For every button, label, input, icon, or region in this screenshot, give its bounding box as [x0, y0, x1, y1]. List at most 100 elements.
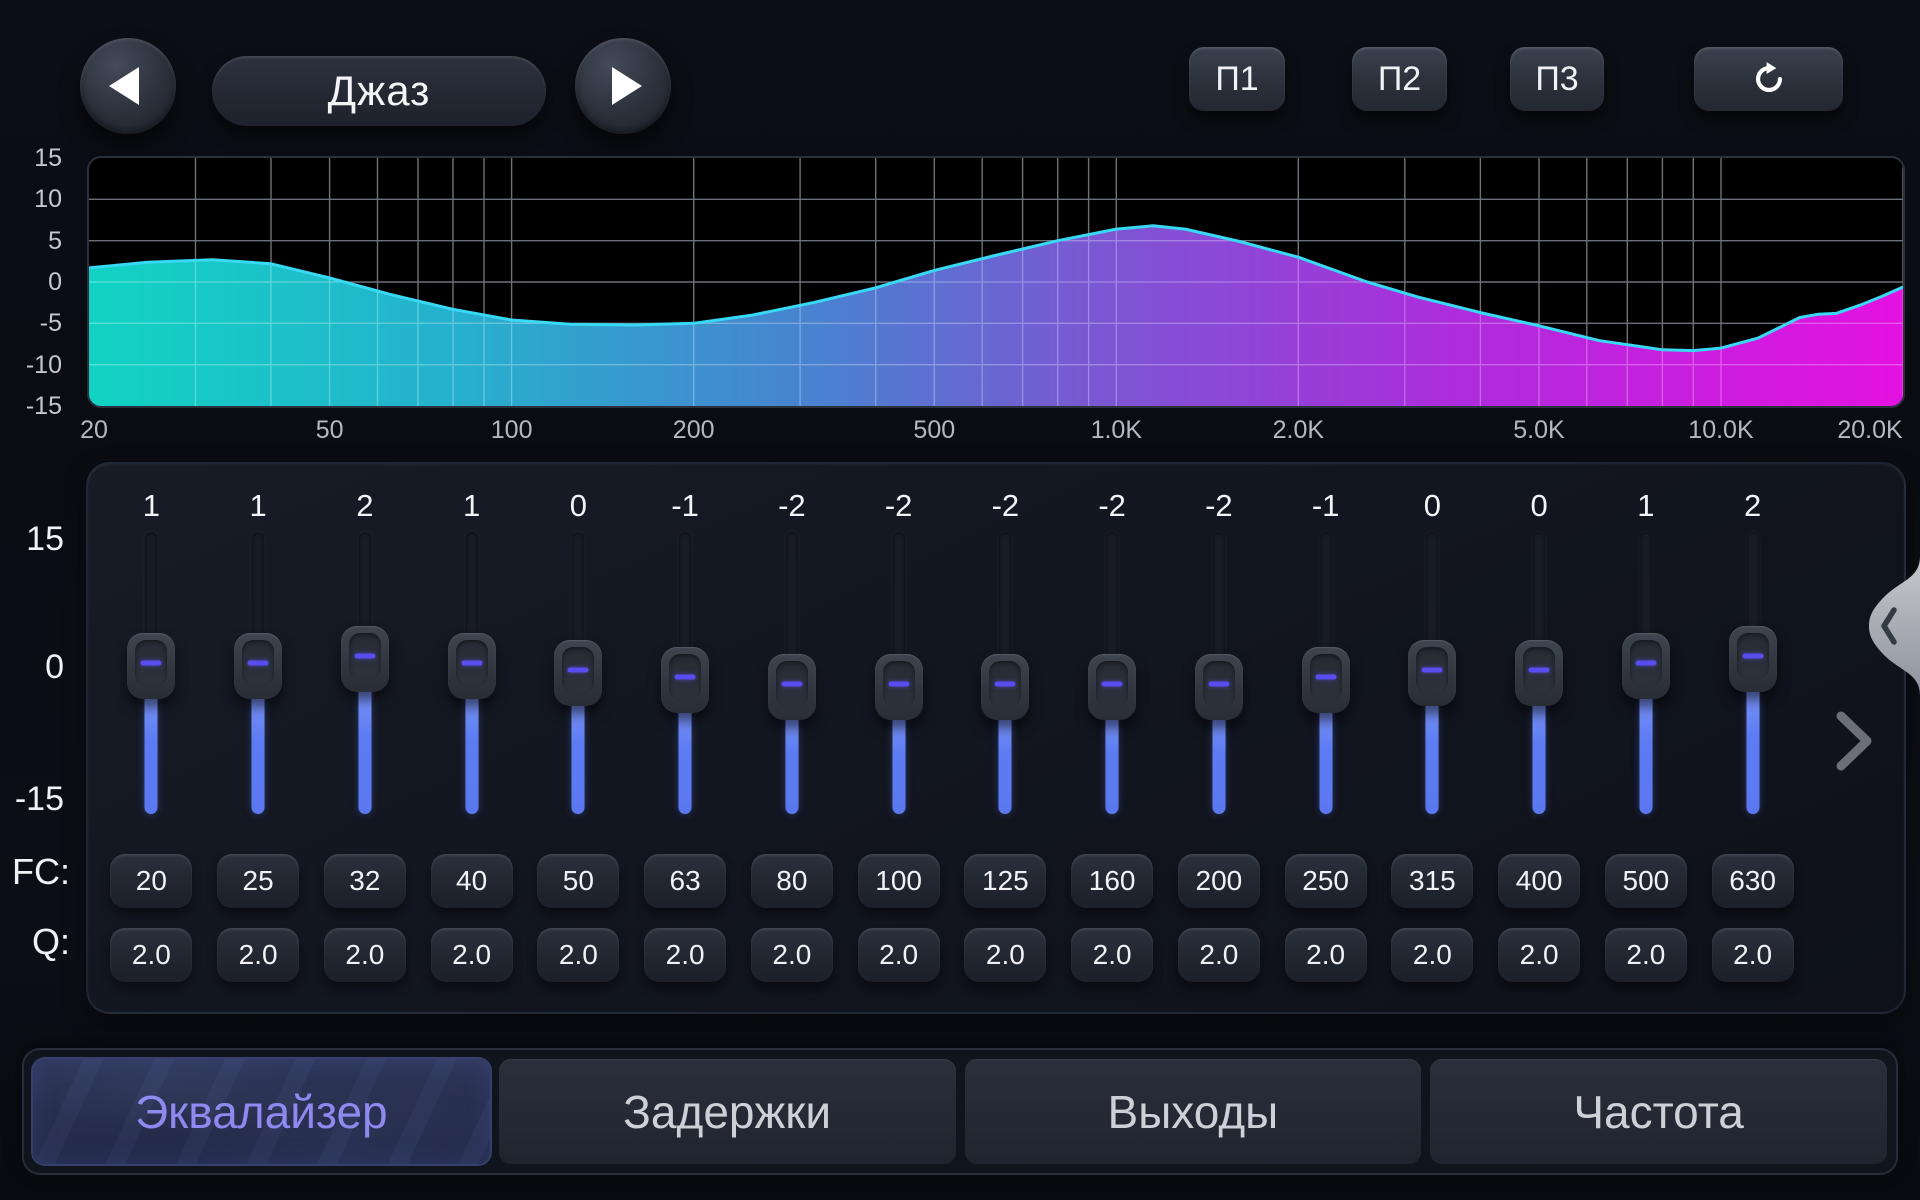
- slider-thumb[interactable]: [1622, 633, 1670, 699]
- fc-value-button[interactable]: 200: [1178, 854, 1260, 908]
- slider-thumb[interactable]: [1729, 626, 1777, 692]
- slider-thumb[interactable]: [448, 633, 496, 699]
- q-value-button[interactable]: 2.0: [110, 928, 192, 982]
- gain-slider[interactable]: [448, 532, 496, 814]
- fc-value-button[interactable]: 250: [1285, 854, 1367, 908]
- fc-value-button[interactable]: 400: [1498, 854, 1580, 908]
- y-axis-tick-label: 15: [0, 143, 62, 173]
- preset-prev-button[interactable]: [80, 38, 176, 134]
- q-value-button[interactable]: 2.0: [1712, 928, 1794, 982]
- slider-thumb[interactable]: [875, 654, 923, 720]
- thumb-inset: [349, 633, 381, 679]
- slider-thumb[interactable]: [554, 640, 602, 706]
- right-triangle-icon: [612, 67, 642, 105]
- preset-name[interactable]: Джаз: [212, 56, 546, 126]
- reset-button[interactable]: [1694, 47, 1843, 111]
- q-value-button[interactable]: 2.0: [751, 928, 833, 982]
- slider-thumb[interactable]: [1408, 640, 1456, 706]
- q-value-button[interactable]: 2.0: [1391, 928, 1473, 982]
- q-value-button[interactable]: 2.0: [1605, 928, 1687, 982]
- slider-thumb[interactable]: [1195, 654, 1243, 720]
- fc-value-button[interactable]: 32: [324, 854, 406, 908]
- slider-fill: [1639, 691, 1652, 814]
- fc-value-button[interactable]: 50: [537, 854, 619, 908]
- slider-thumb[interactable]: [981, 654, 1029, 720]
- more-bands-button[interactable]: [1833, 708, 1877, 774]
- reset-clockwise-arrow-icon: [1750, 60, 1788, 98]
- q-value-button[interactable]: 2.0: [644, 928, 726, 982]
- fc-value-button[interactable]: 500: [1605, 854, 1687, 908]
- fc-value-button[interactable]: 40: [431, 854, 513, 908]
- fc-value-button[interactable]: 63: [644, 854, 726, 908]
- gain-slider[interactable]: [1729, 532, 1777, 814]
- fc-value-button[interactable]: 630: [1712, 854, 1794, 908]
- slider-fill: [572, 698, 585, 814]
- slider-fill: [145, 691, 158, 814]
- gain-slider[interactable]: [234, 532, 282, 814]
- fc-value-button[interactable]: 20: [110, 854, 192, 908]
- slider-thumb[interactable]: [234, 633, 282, 699]
- tab-label: Эквалайзер: [135, 1085, 388, 1139]
- band-gain-value: 1: [463, 484, 480, 528]
- tab-equalizer[interactable]: Эквалайзер: [33, 1059, 490, 1164]
- fc-value-button[interactable]: 80: [751, 854, 833, 908]
- q-value-button[interactable]: 2.0: [217, 928, 299, 982]
- q-value-button[interactable]: 2.0: [431, 928, 513, 982]
- q-value-button[interactable]: 2.0: [1285, 928, 1367, 982]
- gain-slider[interactable]: [1088, 532, 1136, 814]
- gain-slider[interactable]: [1408, 532, 1456, 814]
- x-axis-tick-label: 20.0K: [1837, 416, 1902, 445]
- thumb-inset: [1630, 640, 1662, 686]
- gain-slider[interactable]: [661, 532, 709, 814]
- fc-value-button[interactable]: 25: [217, 854, 299, 908]
- slider-thumb[interactable]: [1515, 640, 1563, 706]
- gain-slider[interactable]: [875, 532, 923, 814]
- gain-slider[interactable]: [1302, 532, 1350, 814]
- eq-band: -1 63 2.0: [632, 470, 739, 982]
- gain-slider[interactable]: [1195, 532, 1243, 814]
- tab-outputs[interactable]: Выходы: [965, 1059, 1422, 1164]
- slider-thumb[interactable]: [127, 633, 175, 699]
- gain-slider[interactable]: [554, 532, 602, 814]
- slider-fill: [1106, 712, 1119, 814]
- slider-thumb[interactable]: [1302, 647, 1350, 713]
- band-gain-value: -2: [885, 484, 913, 528]
- q-value-button[interactable]: 2.0: [1178, 928, 1260, 982]
- gain-slider[interactable]: [341, 532, 389, 814]
- tab-delays[interactable]: Задержки: [499, 1059, 956, 1164]
- fc-value-button[interactable]: 125: [964, 854, 1046, 908]
- q-value-button[interactable]: 2.0: [1498, 928, 1580, 982]
- q-value-button[interactable]: 2.0: [1071, 928, 1153, 982]
- tab-frequency[interactable]: Частота: [1430, 1059, 1887, 1164]
- left-triangle-icon: [109, 67, 139, 105]
- eq-band: 26302.0: [1699, 470, 1806, 982]
- thumb-dash-icon: [1315, 675, 1336, 680]
- slider-fill: [252, 691, 265, 814]
- thumb-dash-icon: [1529, 668, 1550, 673]
- slider-thumb[interactable]: [661, 647, 709, 713]
- slider-thumb[interactable]: [768, 654, 816, 720]
- q-value-button[interactable]: 2.0: [324, 928, 406, 982]
- slider-thumb[interactable]: [1088, 654, 1136, 720]
- gain-slider[interactable]: [768, 532, 816, 814]
- gain-slider[interactable]: [1622, 532, 1670, 814]
- q-value-button[interactable]: 2.0: [537, 928, 619, 982]
- thumb-inset: [242, 640, 274, 686]
- thumb-inset: [1096, 661, 1128, 707]
- gain-slider[interactable]: [1515, 532, 1563, 814]
- band-gain-value: -1: [671, 484, 699, 528]
- gain-slider[interactable]: [127, 532, 175, 814]
- fc-value-button[interactable]: 100: [858, 854, 940, 908]
- gain-slider[interactable]: [981, 532, 1029, 814]
- memory-slot-3-button[interactable]: П3: [1510, 47, 1604, 111]
- fc-value-button[interactable]: 160: [1071, 854, 1153, 908]
- fc-value-button[interactable]: 315: [1391, 854, 1473, 908]
- memory-slot-1-button[interactable]: П1: [1189, 47, 1285, 111]
- preset-next-button[interactable]: [575, 38, 671, 134]
- collapse-handle[interactable]: [1860, 556, 1920, 696]
- memory-slot-2-button[interactable]: П2: [1352, 47, 1447, 111]
- q-value-button[interactable]: 2.0: [858, 928, 940, 982]
- slider-thumb[interactable]: [341, 626, 389, 692]
- thumb-inset: [669, 654, 701, 700]
- q-value-button[interactable]: 2.0: [964, 928, 1046, 982]
